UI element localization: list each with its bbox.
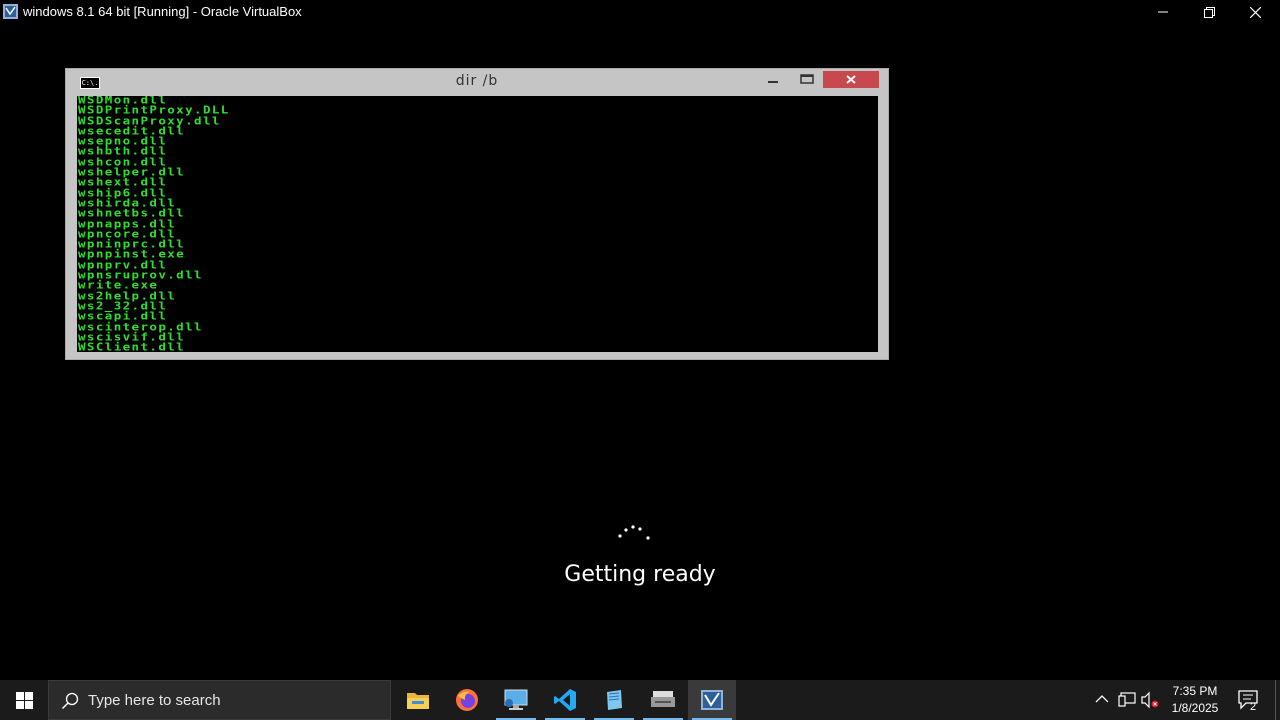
- console-output[interactable]: WSDMon.dll WSDPrintProxy.DLL WSDScanProxy.…: [77, 96, 878, 352]
- console-line: wship6.dll: [78, 186, 168, 199]
- taskbar-file-explorer[interactable]: [394, 680, 442, 720]
- console-line: wpninprc.dll: [78, 237, 186, 251]
- console-line: wshirda.dll: [78, 196, 177, 210]
- console-line: wsecedit.dll: [78, 124, 186, 138]
- notepad-icon: [607, 690, 622, 710]
- taskbar-vscode[interactable]: [541, 680, 589, 720]
- vscode-icon: [554, 689, 576, 711]
- clock-date: 1/8/2025: [1171, 701, 1219, 715]
- taskbar-firefox[interactable]: [443, 680, 491, 720]
- console-line: ws2help.dll: [78, 289, 177, 302]
- console-line: wpnsruprov.dll: [78, 268, 203, 282]
- console-line: wpnpinst.exe: [78, 247, 186, 261]
- virtualbox-icon: [3, 4, 18, 19]
- minimize-button[interactable]: [1140, 0, 1186, 24]
- console-line: WSClient.dll: [78, 340, 186, 352]
- console-line: wshnetbs.dll: [78, 206, 186, 220]
- cmd-close-button[interactable]: [823, 71, 879, 88]
- windows-logo-icon: [15, 691, 33, 709]
- minimize-icon: [768, 81, 778, 83]
- search-icon: [61, 692, 79, 710]
- taskbar-notepad[interactable]: [590, 680, 638, 720]
- console-line: wshext.dll: [78, 175, 168, 189]
- cmd-maximize-button[interactable]: [794, 71, 820, 87]
- console-lines: WSDMon.dll WSDPrintProxy.DLL WSDScanProxy.…: [77, 96, 878, 352]
- console-line: write.exe: [78, 278, 159, 292]
- firefox-icon: [456, 689, 478, 711]
- notification-count-badge: 2: [1250, 701, 1257, 713]
- scanner-icon: [651, 691, 675, 707]
- notifications-icon[interactable]: [1236, 688, 1262, 712]
- file-explorer-icon: [407, 693, 429, 709]
- minimize-icon: [1158, 11, 1168, 13]
- volume-muted-icon[interactable]: [1141, 691, 1159, 709]
- remote-desktop-icon: [504, 689, 528, 710]
- console-line: wpncore.dll: [78, 227, 177, 241]
- close-icon: [846, 75, 856, 84]
- host-titlebar: windows 8.1 64 bit [Running] - Oracle Vi…: [0, 0, 1280, 24]
- cmd-window: C:\. dir /b WSDMon.dll WSDPrintProxy.DLL W…: [65, 68, 889, 360]
- taskbar-virtualbox[interactable]: [688, 680, 736, 720]
- console-line: wshbth.dll: [78, 144, 168, 158]
- search-box[interactable]: Type here to search: [48, 680, 391, 720]
- console-line: WSDScanProxy.dll: [78, 114, 221, 127]
- network-icon[interactable]: [1118, 692, 1136, 708]
- taskbar-remote-desktop[interactable]: [492, 680, 540, 720]
- taskbar-scanner[interactable]: [639, 680, 687, 720]
- window-title: windows 8.1 64 bit [Running] - Oracle Vi…: [23, 4, 302, 19]
- search-placeholder: Type here to search: [88, 692, 221, 709]
- maximize-icon: [800, 74, 814, 84]
- setup-status-text: Getting ready: [564, 562, 716, 587]
- start-button[interactable]: [0, 680, 48, 720]
- show-desktop-button[interactable]: [1275, 680, 1280, 720]
- chevron-up-icon[interactable]: [1094, 692, 1110, 706]
- console-line: wscisvif.dll: [78, 330, 186, 344]
- close-icon: [1249, 6, 1261, 18]
- console-line: ws2_32.dll: [78, 299, 168, 313]
- console-line: wscinterop.dll: [78, 319, 203, 333]
- cmd-minimize-button[interactable]: [760, 71, 786, 87]
- restore-icon: [1203, 6, 1215, 18]
- virtualbox-icon: [701, 690, 723, 710]
- console-line: wpnapps.dll: [78, 217, 177, 230]
- console-line: wsepno.dll: [78, 134, 168, 148]
- clock-time: 7:35 PM: [1172, 684, 1218, 698]
- console-line: wshelper.dll: [78, 165, 186, 179]
- loading-spinner-icon: [618, 525, 650, 540]
- taskbar: Type here to search 7:35 PM 1/8/2025 2: [0, 680, 1280, 720]
- close-button[interactable]: [1232, 0, 1278, 24]
- console-line: wshcon.dll: [78, 155, 168, 168]
- restore-button[interactable]: [1186, 0, 1232, 24]
- taskbar-clock[interactable]: 7:35 PM 1/8/2025: [1160, 683, 1230, 717]
